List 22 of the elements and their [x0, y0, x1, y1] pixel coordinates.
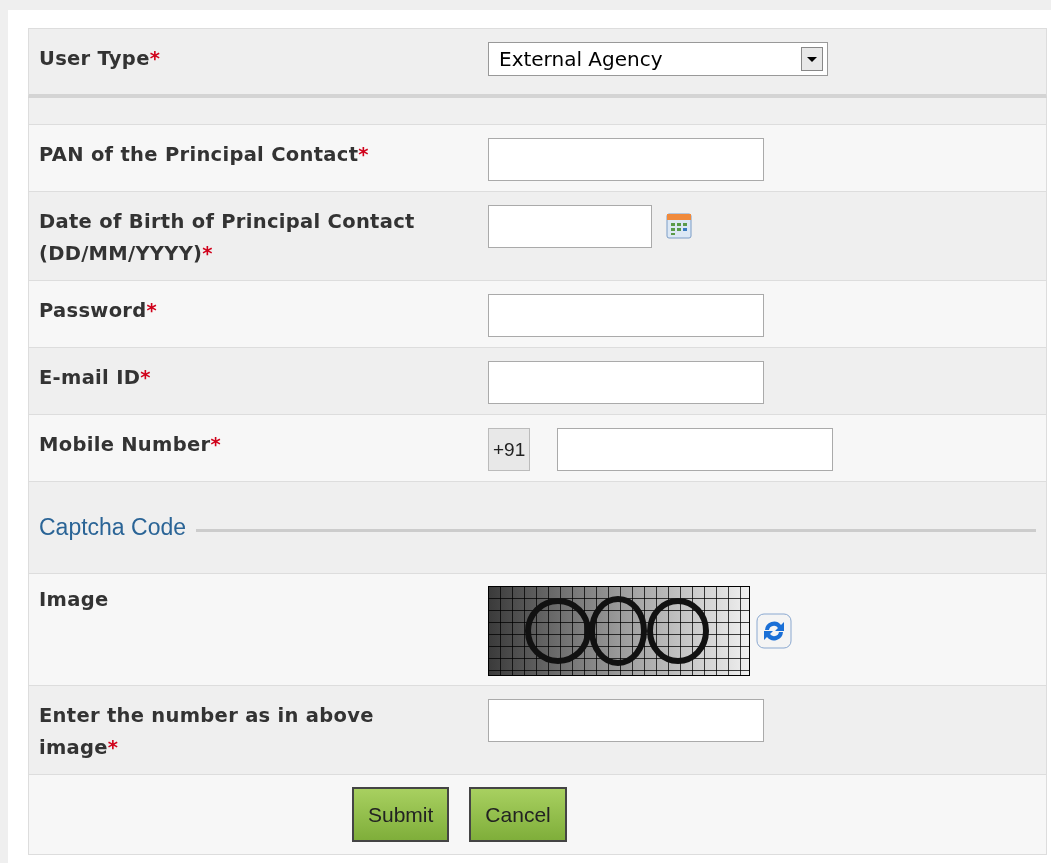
- user-type-dropdown[interactable]: External Agency: [488, 42, 828, 76]
- field-label: Password*: [39, 298, 158, 324]
- field-label: Enter the number as in above image*: [39, 703, 375, 761]
- field-label: Image: [39, 587, 109, 613]
- section-title: Captcha Code: [39, 514, 187, 541]
- caret-icon: [801, 47, 823, 71]
- date-field[interactable]: [488, 205, 652, 248]
- input-field[interactable]: [488, 138, 764, 181]
- input-field[interactable]: [488, 699, 764, 742]
- submit-button[interactable]: Submit: [352, 787, 450, 842]
- refresh-icon[interactable]: [756, 613, 792, 649]
- field-label: Date of Birth of Principal Contact (DD/MM/YYYY)*: [39, 209, 416, 267]
- input-field[interactable]: [488, 294, 764, 337]
- cancel-button[interactable]: Cancel: [469, 787, 567, 842]
- field-label: User Type*: [39, 46, 161, 72]
- field-label: PAN of the Principal Contact*: [39, 142, 369, 168]
- field-label: Mobile Number*: [39, 432, 221, 458]
- input-field[interactable]: [557, 428, 834, 471]
- input-field[interactable]: [488, 361, 764, 404]
- country-code: +91: [488, 428, 531, 471]
- calendar-icon[interactable]: [666, 213, 692, 239]
- field-label: E-mail ID*: [39, 365, 151, 391]
